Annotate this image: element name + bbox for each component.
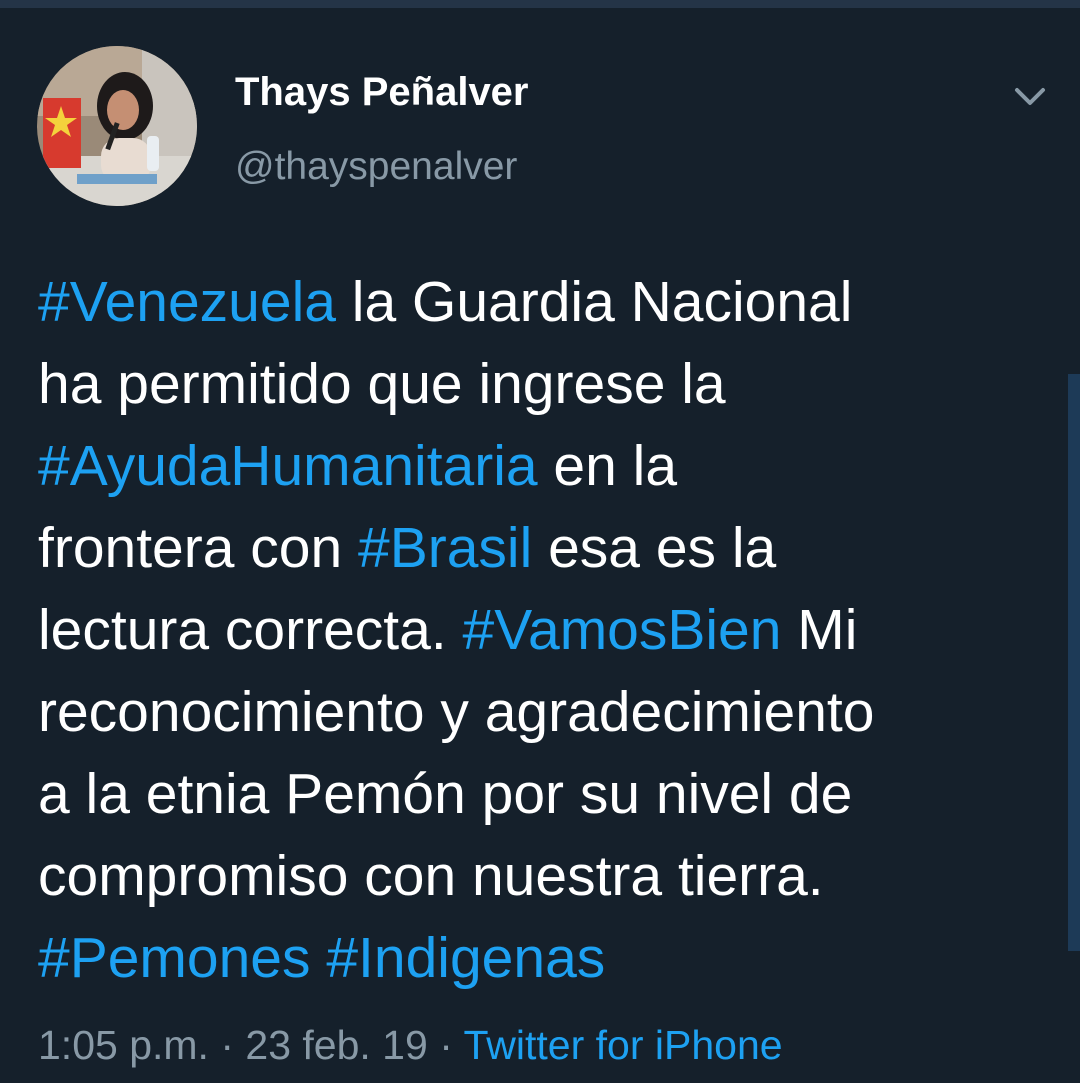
tweet-text-segment: reconocimiento y agradecimiento (38, 680, 875, 744)
tweet-text-segment: compromiso con nuestra tierra. (38, 844, 824, 908)
hashtag-link[interactable]: #VamosBien (463, 598, 782, 662)
tweet-text-line: compromiso con nuestra tierra. (38, 835, 1038, 917)
avatar[interactable] (37, 46, 197, 206)
tweet-text-segment (311, 926, 327, 990)
tweet-text-segment: a la etnia Pemón por su nivel de (38, 762, 853, 826)
author-display-name[interactable]: Thays Peñalver (235, 70, 529, 115)
tweet-text-segment: Mi (781, 598, 858, 662)
tweet-text-segment: en la (537, 434, 678, 498)
hashtag-link[interactable]: #Brasil (358, 516, 532, 580)
tweet-text-line: lectura correcta. #VamosBien Mi (38, 589, 1038, 671)
author-handle[interactable]: @thayspenalver (235, 145, 517, 189)
tweet-meta: 1:05 p.m. · 23 feb. 19 · Twitter for iPh… (38, 1022, 783, 1069)
hashtag-link[interactable]: #Pemones (38, 926, 311, 990)
tweet-date[interactable]: 23 feb. 19 (245, 1022, 427, 1068)
tweet-text: #Venezuela la Guardia Nacional ha permiti… (38, 261, 1038, 999)
scrollbar[interactable] (1068, 374, 1080, 951)
meta-separator: · (439, 1022, 453, 1068)
tweet-text-line: #Venezuela la Guardia Nacional (38, 261, 1038, 343)
tweet-text-segment: lectura correcta. (38, 598, 463, 662)
chevron-down-icon[interactable] (1008, 80, 1052, 112)
tweet-text-line: #Pemones #Indigenas (38, 917, 1038, 999)
avatar-photo (37, 46, 197, 206)
tweet-text-line: a la etnia Pemón por su nivel de (38, 753, 1038, 835)
hashtag-link[interactable]: #Indigenas (326, 926, 605, 990)
tweet-time[interactable]: 1:05 p.m. (38, 1022, 209, 1068)
hashtag-link[interactable]: #Venezuela (38, 270, 336, 334)
tweet-text-line: frontera con #Brasil esa es la (38, 507, 1038, 589)
tweet-text-segment: frontera con (38, 516, 359, 580)
tweet-text-segment: ha permitido que ingrese la (38, 352, 726, 416)
tweet-text-segment: la Guardia Nacional (335, 270, 853, 334)
tweet-source-link[interactable]: Twitter for iPhone (464, 1022, 783, 1068)
hashtag-link[interactable]: #AyudaHumanitaria (38, 434, 538, 498)
tweet-text-line: #AyudaHumanitaria en la (38, 425, 1038, 507)
top-divider (0, 0, 1080, 8)
tweet-text-segment: esa es la (532, 516, 777, 580)
tweet-text-line: ha permitido que ingrese la (38, 343, 1038, 425)
tweet-text-line: reconocimiento y agradecimiento (38, 671, 1038, 753)
tweet-detail: Thays Peñalver @thayspenalver #Venezuela… (0, 8, 1080, 1083)
meta-separator: · (220, 1022, 234, 1068)
